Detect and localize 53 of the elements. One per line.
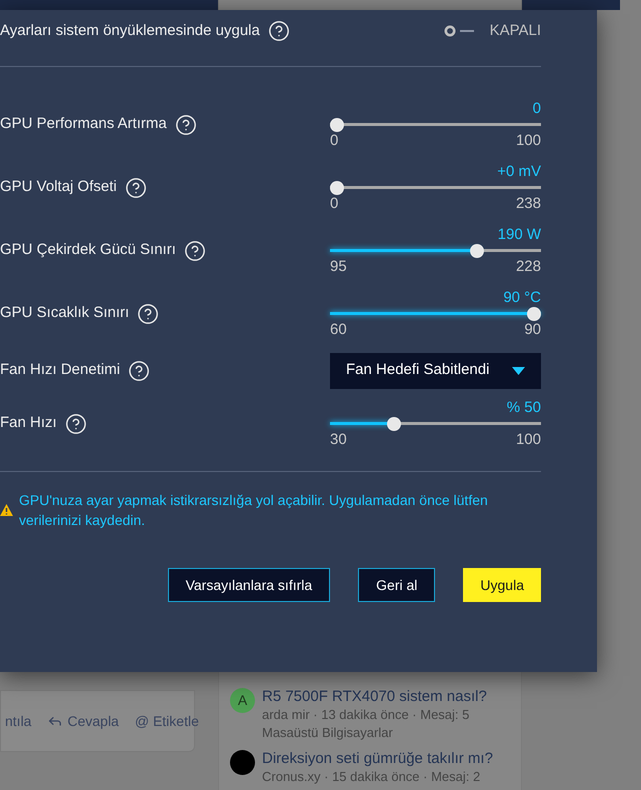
slider-thumb[interactable] bbox=[330, 118, 344, 132]
setting-label: GPU Voltaj Ofseti bbox=[0, 177, 117, 198]
action-button[interactable]: Geri al bbox=[358, 568, 436, 602]
thread-meta: arda mir · 13 dakika önce · Mesaj: 5 bbox=[262, 706, 470, 724]
slider-thumb[interactable] bbox=[330, 180, 344, 194]
thread-title[interactable]: R5 7500F RTX4070 sistem nasıl? bbox=[262, 688, 487, 706]
slider-min: 0 bbox=[330, 132, 338, 150]
help-icon[interactable] bbox=[174, 114, 197, 136]
thread-forum: Masaüstü Bilgisayarlar bbox=[262, 724, 394, 742]
slider-min: 0 bbox=[330, 194, 338, 212]
help-icon[interactable] bbox=[137, 302, 160, 324]
slider-thumb[interactable] bbox=[470, 244, 484, 258]
setting-label: Fan Hızı bbox=[0, 413, 57, 434]
slider-track[interactable] bbox=[330, 416, 541, 430]
slider-max: 100 bbox=[516, 430, 541, 448]
slider-thumb[interactable] bbox=[387, 416, 402, 430]
slider-max: 90 bbox=[524, 320, 541, 338]
setting-label: Ayarları sistem önyüklemesinde uygula bbox=[0, 20, 260, 41]
thread-meta: Cronus.xy · 15 dakika önce · Mesaj: 2 bbox=[262, 768, 482, 786]
help-icon[interactable] bbox=[184, 240, 206, 262]
slider-min: 95 bbox=[330, 258, 347, 276]
slider-thumb[interactable] bbox=[527, 306, 541, 320]
help-icon[interactable] bbox=[124, 176, 147, 198]
slider-max: 238 bbox=[516, 194, 541, 212]
slider-max: 100 bbox=[516, 132, 541, 150]
toggle-switch-icon bbox=[444, 25, 476, 37]
slider-track[interactable] bbox=[330, 244, 541, 258]
setting-label: Fan Hızı Denetimi bbox=[0, 360, 120, 380]
slider-value: 190 W bbox=[498, 226, 541, 244]
slider-track[interactable] bbox=[330, 180, 541, 194]
slider-min: 60 bbox=[330, 320, 347, 338]
user-avatar: A bbox=[230, 688, 255, 713]
caret-icon bbox=[512, 366, 525, 374]
slider-value: 90 °C bbox=[503, 288, 541, 306]
slider-value: +0 mV bbox=[497, 162, 541, 180]
setting-label: GPU Sıcaklık Sınırı bbox=[0, 303, 130, 324]
fan-mode-dropdown[interactable]: Fan Hedefi Sabitlendi bbox=[330, 352, 541, 388]
action-button[interactable]: Varsayılanlara sıfırla bbox=[168, 568, 330, 602]
slider-track[interactable] bbox=[330, 306, 541, 320]
help-icon[interactable] bbox=[128, 360, 150, 382]
slider-value: % 50 bbox=[506, 398, 541, 416]
action-button[interactable]: Uygula bbox=[463, 568, 541, 602]
boot-toggle[interactable]: KAPALI bbox=[444, 20, 541, 42]
help-icon[interactable] bbox=[64, 412, 87, 434]
warning-message: GPU'nuza ayar yapmak istikrarsızlığa yol açabilir. Uygulamadan önce lütfen verilerinizi kaydedin. bbox=[19, 491, 489, 530]
help-icon[interactable] bbox=[268, 20, 290, 42]
slider-value: 0 bbox=[532, 100, 541, 118]
setting-label: GPU Performans Artırma bbox=[0, 114, 167, 134]
slider-min: 30 bbox=[330, 430, 347, 448]
slider-max: 228 bbox=[516, 258, 541, 276]
slider-track[interactable] bbox=[330, 118, 541, 132]
setting-label: GPU Çekirdek Gücü Sınırı bbox=[0, 240, 176, 260]
thread-title[interactable]: Direksiyon seti gümrüğe takılır mı? bbox=[262, 750, 493, 768]
